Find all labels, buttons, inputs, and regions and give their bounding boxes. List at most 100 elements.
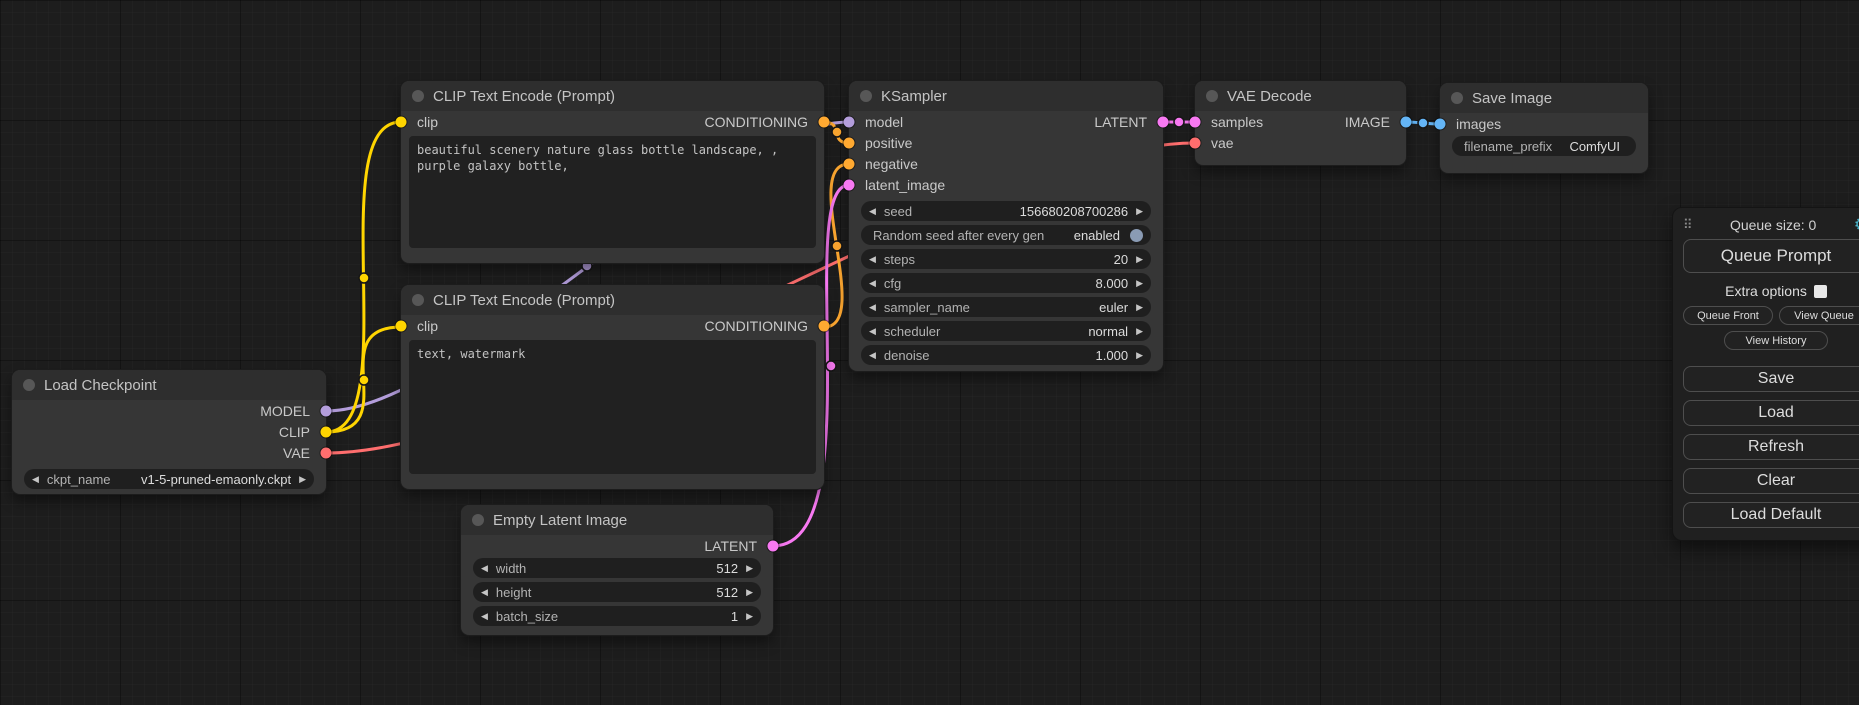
latent-image-input-port[interactable] [844, 179, 855, 190]
refresh-button[interactable]: Refresh [1683, 434, 1859, 460]
node-collapse-dot-icon[interactable] [1451, 92, 1463, 104]
scheduler-widget[interactable]: ◀ scheduler normal ▶ [861, 321, 1151, 341]
widget-label: scheduler [884, 324, 940, 339]
port-row: clip CONDITIONING [401, 111, 824, 132]
latent-output-port[interactable] [1158, 116, 1169, 127]
batch-size-widget[interactable]: ◀ batch_size 1 ▶ [473, 606, 761, 626]
filename-prefix-widget[interactable]: filename_prefix ComfyUI [1452, 136, 1636, 156]
steps-widget[interactable]: ◀ steps 20 ▶ [861, 249, 1151, 269]
node-header[interactable]: Empty Latent Image [461, 505, 773, 535]
decrement-arrow-icon[interactable]: ◀ [481, 588, 488, 597]
node-ksampler[interactable]: KSampler model LATENT positive negative … [849, 81, 1163, 371]
decrement-arrow-icon[interactable]: ◀ [869, 327, 876, 336]
widget-label: batch_size [496, 609, 558, 624]
vae-output-port[interactable] [321, 447, 332, 458]
conditioning-output-port[interactable] [819, 116, 830, 127]
widget-label: width [496, 561, 526, 576]
toggle-dot-icon[interactable] [1130, 229, 1143, 242]
load-default-button[interactable]: Load Default [1683, 502, 1859, 528]
clip-input-port[interactable] [396, 116, 407, 127]
conditioning-output-port[interactable] [819, 320, 830, 331]
widget-label: denoise [884, 348, 930, 363]
load-button[interactable]: Load [1683, 400, 1859, 426]
clip-input-port[interactable] [396, 320, 407, 331]
node-empty-latent-image[interactable]: Empty Latent Image LATENT ◀ width 512 ▶ … [461, 505, 773, 635]
increment-arrow-icon[interactable]: ▶ [746, 588, 753, 597]
settings-gear-icon[interactable]: ⚙ [1854, 216, 1859, 233]
save-button[interactable]: Save [1683, 366, 1859, 392]
decrement-arrow-icon[interactable]: ◀ [869, 279, 876, 288]
increment-arrow-icon[interactable]: ▶ [746, 564, 753, 573]
output-row: MODEL [12, 400, 326, 421]
increment-arrow-icon[interactable]: ▶ [1136, 327, 1143, 336]
node-header[interactable]: KSampler [849, 81, 1163, 111]
sampler-name-widget[interactable]: ◀ sampler_name euler ▶ [861, 297, 1151, 317]
clip-output-port[interactable] [321, 426, 332, 437]
decrement-arrow-icon[interactable]: ◀ [481, 564, 488, 573]
decrement-arrow-icon[interactable]: ◀ [869, 303, 876, 312]
negative-input-port[interactable] [844, 158, 855, 169]
input-label: model [865, 114, 903, 130]
decrement-arrow-icon[interactable]: ◀ [481, 612, 488, 621]
node-collapse-dot-icon[interactable] [1206, 90, 1218, 102]
node-load-checkpoint[interactable]: Load Checkpoint MODEL CLIP VAE ◀ ckpt_na… [12, 370, 326, 494]
node-collapse-dot-icon[interactable] [23, 379, 35, 391]
increment-arrow-icon[interactable]: ▶ [1136, 207, 1143, 216]
image-output-port[interactable] [1401, 116, 1412, 127]
output-label: MODEL [260, 403, 310, 419]
increment-arrow-icon[interactable]: ▶ [1136, 303, 1143, 312]
node-header[interactable]: Save Image [1440, 83, 1648, 113]
node-header[interactable]: VAE Decode [1195, 81, 1406, 111]
queue-front-button[interactable]: Queue Front [1683, 306, 1773, 325]
node-clip-text-encode-positive[interactable]: CLIP Text Encode (Prompt) clip CONDITION… [401, 81, 824, 263]
link-dot-conditioning-negative [832, 241, 842, 251]
increment-arrow-icon[interactable]: ▶ [299, 475, 306, 484]
drag-handle-icon[interactable]: ⠿ [1683, 217, 1693, 233]
queue-prompt-button[interactable]: Queue Prompt [1683, 239, 1859, 273]
ckpt-name-widget[interactable]: ◀ ckpt_name v1-5-pruned-emaonly.ckpt ▶ [24, 469, 314, 489]
latent-output-port[interactable] [768, 540, 779, 551]
node-collapse-dot-icon[interactable] [412, 90, 424, 102]
node-collapse-dot-icon[interactable] [412, 294, 424, 306]
height-widget[interactable]: ◀ height 512 ▶ [473, 582, 761, 602]
seed-widget[interactable]: ◀ seed 156680208700286 ▶ [861, 201, 1151, 221]
node-vae-decode[interactable]: VAE Decode samples IMAGE vae [1195, 81, 1406, 165]
widget-value: ComfyUI [1569, 139, 1620, 154]
model-input-port[interactable] [844, 116, 855, 127]
port-row: model LATENT [849, 111, 1163, 132]
prompt-textarea[interactable]: beautiful scenery nature glass bottle la… [409, 136, 816, 248]
model-output-port[interactable] [321, 405, 332, 416]
positive-input-port[interactable] [844, 137, 855, 148]
node-save-image[interactable]: Save Image images filename_prefix ComfyU… [1440, 83, 1648, 173]
node-header[interactable]: Load Checkpoint [12, 370, 326, 400]
random-seed-toggle-widget[interactable]: Random seed after every gen enabled [861, 225, 1151, 245]
node-collapse-dot-icon[interactable] [472, 514, 484, 526]
clear-button[interactable]: Clear [1683, 468, 1859, 494]
increment-arrow-icon[interactable]: ▶ [1136, 279, 1143, 288]
prompt-textarea[interactable]: text, watermark [409, 340, 816, 474]
node-header[interactable]: CLIP Text Encode (Prompt) [401, 81, 824, 111]
queue-size-label: Queue size: 0 [1730, 217, 1816, 233]
node-clip-text-encode-negative[interactable]: CLIP Text Encode (Prompt) clip CONDITION… [401, 285, 824, 489]
widget-value: 156680208700286 [1020, 204, 1128, 219]
decrement-arrow-icon[interactable]: ◀ [869, 255, 876, 264]
node-collapse-dot-icon[interactable] [860, 90, 872, 102]
denoise-widget[interactable]: ◀ denoise 1.000 ▶ [861, 345, 1151, 365]
samples-input-port[interactable] [1190, 116, 1201, 127]
view-queue-button[interactable]: View Queue [1779, 306, 1859, 325]
cfg-widget[interactable]: ◀ cfg 8.000 ▶ [861, 273, 1151, 293]
view-history-button[interactable]: View History [1724, 331, 1828, 350]
increment-arrow-icon[interactable]: ▶ [1136, 351, 1143, 360]
vae-input-port[interactable] [1190, 137, 1201, 148]
decrement-arrow-icon[interactable]: ◀ [869, 207, 876, 216]
images-input-port[interactable] [1435, 118, 1446, 129]
width-widget[interactable]: ◀ width 512 ▶ [473, 558, 761, 578]
extra-options-checkbox[interactable] [1814, 285, 1827, 298]
decrement-arrow-icon[interactable]: ◀ [869, 351, 876, 360]
node-header[interactable]: CLIP Text Encode (Prompt) [401, 285, 824, 315]
widget-value: normal [1088, 324, 1128, 339]
decrement-arrow-icon[interactable]: ◀ [32, 475, 39, 484]
increment-arrow-icon[interactable]: ▶ [1136, 255, 1143, 264]
graph-canvas[interactable]: Load Checkpoint MODEL CLIP VAE ◀ ckpt_na… [0, 0, 1859, 705]
increment-arrow-icon[interactable]: ▶ [746, 612, 753, 621]
